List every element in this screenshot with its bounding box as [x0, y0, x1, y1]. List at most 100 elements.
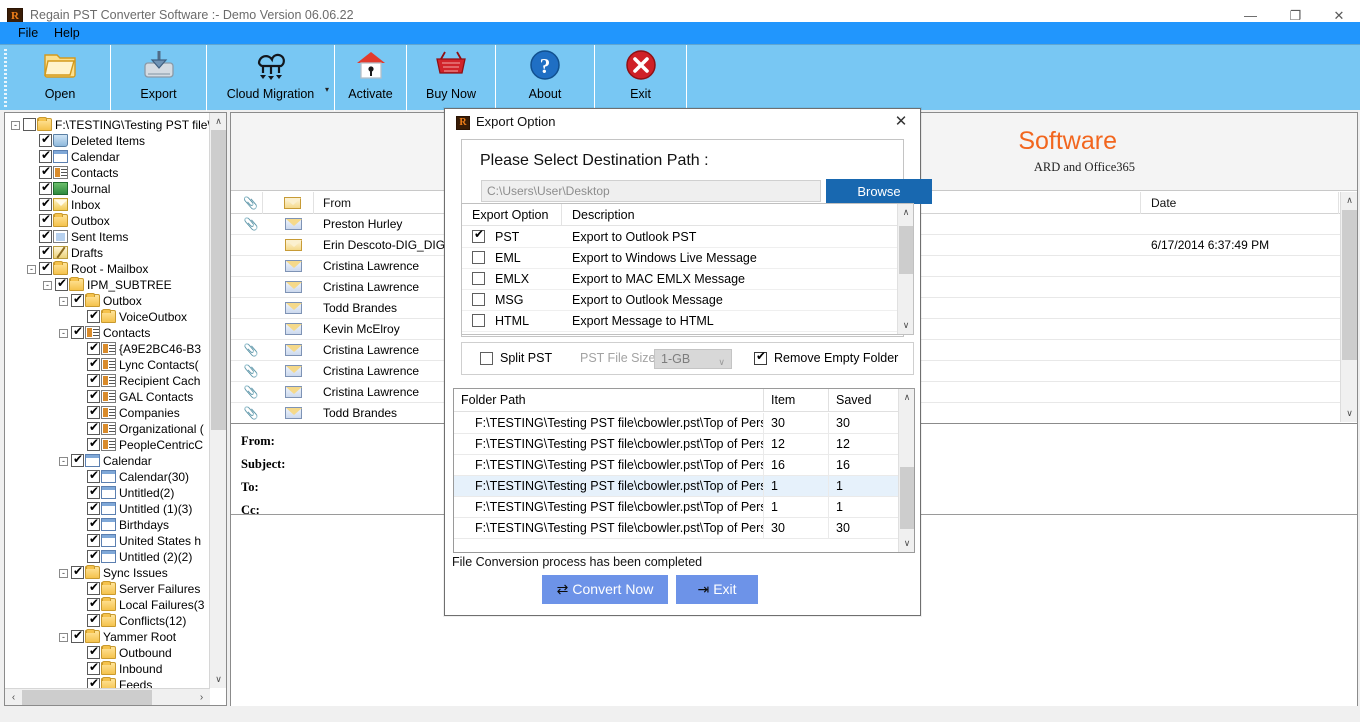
dialog-close-icon[interactable]: ✕ — [890, 112, 912, 132]
tree-node[interactable]: -F:\TESTING\Testing PST file\c — [11, 117, 210, 133]
split-pst-checkbox[interactable] — [480, 352, 493, 365]
folder-tree[interactable]: -F:\TESTING\Testing PST file\cDeleted It… — [5, 113, 210, 688]
export-option-row[interactable]: HTMLExport Message to HTML — [462, 311, 913, 332]
folder-path-row[interactable]: F:\TESTING\Testing PST file\cbowler.pst\… — [454, 497, 900, 518]
tree-node[interactable]: Untitled(2) — [75, 485, 174, 501]
grid-scrollbar-thumb[interactable] — [1342, 210, 1357, 360]
tree-node-checkbox[interactable] — [87, 342, 100, 355]
toolbar-button-open[interactable]: Open — [10, 45, 111, 111]
tree-node[interactable]: Recipient Cach — [75, 373, 200, 389]
export-option-row[interactable]: EMLXExport to MAC EMLX Message — [462, 269, 913, 290]
tree-scroll-up-icon[interactable]: ∧ — [210, 113, 227, 130]
column-header-item[interactable]: Item — [764, 389, 829, 412]
tree-node[interactable]: -Outbox — [59, 293, 142, 309]
remove-empty-folder-checkbox[interactable] — [754, 352, 767, 365]
tree-node-checkbox[interactable] — [71, 630, 84, 643]
grid-scroll-up-icon[interactable]: ∧ — [1341, 192, 1358, 209]
browse-button[interactable]: Browse — [826, 179, 932, 204]
chevron-down-icon[interactable]: ▾ — [325, 85, 329, 94]
tree-node-checkbox[interactable] — [87, 534, 100, 547]
tree-node[interactable]: Drafts — [27, 245, 103, 261]
tree-node[interactable]: -Root - Mailbox — [27, 261, 148, 277]
export-option-checkbox[interactable] — [472, 293, 485, 306]
toolbar-grip[interactable] — [4, 49, 7, 107]
tree-node-checkbox[interactable] — [87, 406, 100, 419]
export-option-checkbox[interactable] — [472, 230, 485, 243]
tree-hscrollbar-thumb[interactable] — [22, 690, 152, 705]
tree-node-checkbox[interactable] — [87, 678, 100, 688]
tree-node[interactable]: -Calendar — [59, 453, 152, 469]
tree-node-checkbox[interactable] — [39, 166, 52, 179]
export-options-list[interactable]: Export Option Description PSTExport to O… — [461, 203, 914, 335]
tree-node-checkbox[interactable] — [39, 230, 52, 243]
tree-expander-icon[interactable]: - — [27, 265, 36, 274]
grid-vertical-scrollbar[interactable]: ∧ ∨ — [1340, 192, 1357, 422]
tree-node[interactable]: Outbound — [75, 645, 172, 661]
tree-node-checkbox[interactable] — [71, 294, 84, 307]
tree-expander-icon[interactable]: - — [11, 121, 20, 130]
toolbar-button-about[interactable]: ?About — [496, 45, 595, 111]
tree-node-checkbox[interactable] — [71, 566, 84, 579]
export-options-scrollbar-thumb[interactable] — [899, 226, 913, 274]
folder-path-row[interactable]: F:\TESTING\Testing PST file\cbowler.pst\… — [454, 518, 900, 539]
tree-node-checkbox[interactable] — [39, 262, 52, 275]
export-options-scrollbar[interactable]: ∧ ∨ — [897, 204, 913, 334]
tree-node-checkbox[interactable] — [87, 470, 100, 483]
export-option-checkbox[interactable] — [472, 251, 485, 264]
tree-node[interactable]: GAL Contacts — [75, 389, 193, 405]
folder-path-row[interactable]: F:\TESTING\Testing PST file\cbowler.pst\… — [454, 455, 900, 476]
tree-node[interactable]: United States h — [75, 533, 201, 549]
tree-expander-icon[interactable]: - — [59, 457, 68, 466]
tree-expander-icon[interactable]: - — [59, 569, 68, 578]
toolbar-button-cloud-migration[interactable]: Cloud Migration▾ — [207, 45, 335, 111]
dialog-exit-button[interactable]: ⇥Exit — [676, 575, 758, 604]
tree-node[interactable]: Conflicts(12) — [75, 613, 186, 629]
tree-node-checkbox[interactable] — [87, 518, 100, 531]
convert-now-button[interactable]: ⇄Convert Now — [542, 575, 668, 604]
tree-expander-icon[interactable]: - — [59, 329, 68, 338]
tree-node-checkbox[interactable] — [87, 582, 100, 595]
tree-node-checkbox[interactable] — [87, 438, 100, 451]
tree-node-checkbox[interactable] — [87, 310, 100, 323]
tree-node-checkbox[interactable] — [87, 662, 100, 675]
tree-node[interactable]: Calendar(30) — [75, 469, 189, 485]
tree-node-checkbox[interactable] — [87, 422, 100, 435]
tree-scroll-right-icon[interactable]: › — [193, 689, 210, 706]
tree-node-checkbox[interactable] — [87, 358, 100, 371]
tree-node[interactable]: Untitled (2)(2) — [75, 549, 192, 565]
tree-node[interactable]: Local Failures(3 — [75, 597, 204, 613]
tree-vertical-scrollbar[interactable]: ∧ ∨ — [209, 113, 226, 688]
tree-node-checkbox[interactable] — [55, 278, 68, 291]
destination-path-input[interactable]: C:\Users\User\Desktop — [481, 180, 821, 202]
tree-node-checkbox[interactable] — [87, 390, 100, 403]
folder-path-grid[interactable]: Folder Path Item Saved F:\TESTING\Testin… — [453, 388, 915, 553]
folder-path-scrollbar-thumb[interactable] — [900, 467, 914, 529]
tree-node-checkbox[interactable] — [87, 598, 100, 611]
column-header-attachment[interactable]: 📎 — [231, 192, 263, 214]
toolbar-button-exit[interactable]: Exit — [595, 45, 687, 111]
export-option-row[interactable]: EMLExport to Windows Live Message — [462, 248, 913, 269]
tree-node-checkbox[interactable] — [87, 502, 100, 515]
tree-node[interactable]: Journal — [27, 181, 110, 197]
tree-node-checkbox[interactable] — [87, 550, 100, 563]
tree-node-checkbox[interactable] — [23, 118, 36, 131]
tree-node-checkbox[interactable] — [87, 646, 100, 659]
toolbar-button-activate[interactable]: Activate — [335, 45, 407, 111]
tree-node[interactable]: Deleted Items — [27, 133, 145, 149]
tree-node[interactable]: -Sync Issues — [59, 565, 168, 581]
tree-node-checkbox[interactable] — [87, 486, 100, 499]
folder-path-row[interactable]: F:\TESTING\Testing PST file\cbowler.pst\… — [454, 413, 900, 434]
tree-node[interactable]: Contacts — [27, 165, 118, 181]
tree-node-checkbox[interactable] — [39, 246, 52, 259]
column-header-date[interactable]: Date — [1143, 192, 1339, 214]
tree-expander-icon[interactable]: - — [43, 281, 52, 290]
tree-expander-icon[interactable]: - — [59, 297, 68, 306]
export-options-scroll-up-icon[interactable]: ∧ — [898, 204, 914, 221]
tree-node[interactable]: Companies — [75, 405, 180, 421]
tree-node-checkbox[interactable] — [39, 198, 52, 211]
export-option-row[interactable]: PSTExport to Outlook PST — [462, 227, 913, 248]
folder-path-scroll-up-icon[interactable]: ∧ — [899, 389, 915, 406]
column-header-saved[interactable]: Saved — [829, 389, 899, 412]
menu-item-file[interactable]: File — [12, 25, 44, 42]
column-header-folder-path[interactable]: Folder Path — [454, 389, 764, 412]
